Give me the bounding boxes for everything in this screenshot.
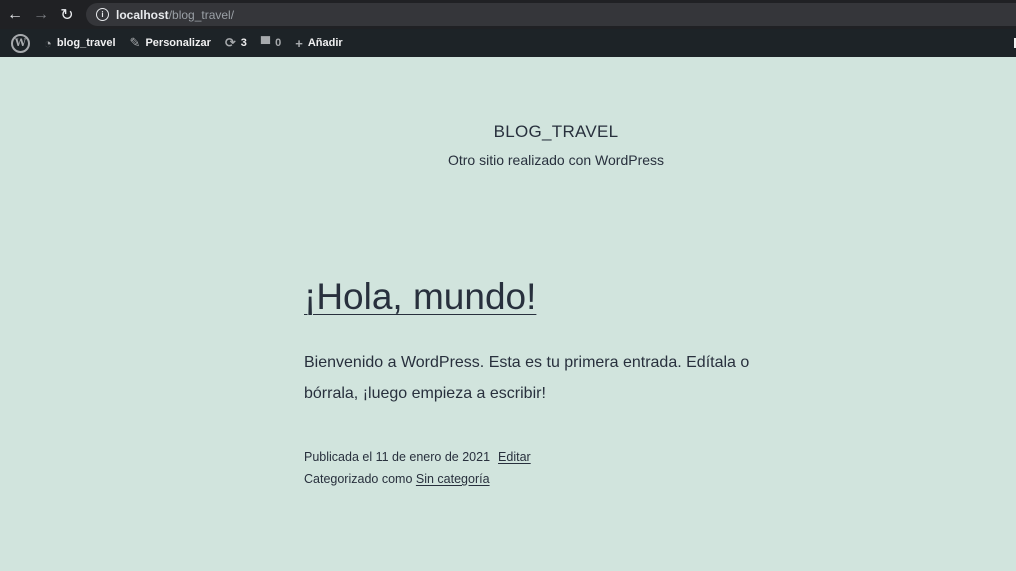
arrow-right-icon: → [33,5,49,23]
site-name-label: blog_travel [56,37,116,49]
brush-icon: ✎ [129,35,141,50]
arrow-left-icon: ← [7,5,23,23]
url-path: /blog_travel/ [168,7,235,22]
comments-menu[interactable]: ▀ 0 [254,29,288,57]
post-date-line: Publicada el 11 de enero de 2021 Editar [304,446,531,468]
plus-icon: + [295,35,303,51]
post-published: Publicada el 11 de enero de 2021 [304,450,491,464]
url-host: localhost [116,7,169,22]
new-label: Añadir [307,37,343,49]
reload-icon: ↻ [60,6,74,24]
post-category-line: Categorizado como Sin categoría [304,468,531,490]
info-icon[interactable]: i [96,8,109,21]
wp-admin-bar: W ◔ blog_travel ✎ Personalizar ⟳ 3 ▀ 0 +… [0,29,1016,57]
comments-count: 0 [275,37,282,49]
reload-button[interactable]: ↻ [56,4,78,26]
new-content-menu[interactable]: + Añadir [288,29,349,57]
updates-menu[interactable]: ⟳ 3 [218,29,254,57]
address-bar[interactable]: i localhost /blog_travel/ [86,3,1016,26]
comment-icon: ▀ [260,35,271,51]
back-button[interactable]: ← [4,4,26,26]
post-title[interactable]: ¡Hola, mundo! [304,276,536,318]
site-name-menu[interactable]: ◔ blog_travel [37,29,123,57]
customize-label: Personalizar [145,37,211,49]
site-title[interactable]: BLOG_TRAVEL [0,122,1016,142]
category-link[interactable]: Sin categoría [416,472,490,486]
updates-icon: ⟳ [224,35,236,50]
wp-logo-menu[interactable]: W [0,29,37,57]
post-categorized: Categorizado como [304,472,413,486]
forward-button[interactable]: → [30,4,52,26]
wordpress-logo-icon: W [11,33,30,53]
browser-toolbar: ← → ↻ i localhost /blog_travel/ [0,0,1016,29]
updates-count: 3 [240,37,247,49]
site-header: BLOG_TRAVEL Otro sitio realizado con Wor… [0,122,1016,168]
dashboard-icon: ◔ [44,35,52,51]
edit-link[interactable]: Editar [498,450,531,464]
post-meta: Publicada el 11 de enero de 2021 Editar C… [304,446,531,490]
post-content: Bienvenido a WordPress. Esta es tu prime… [304,354,750,402]
customize-menu[interactable]: ✎ Personalizar [123,29,218,57]
site-description: Otro sitio realizado con WordPress [447,152,665,168]
